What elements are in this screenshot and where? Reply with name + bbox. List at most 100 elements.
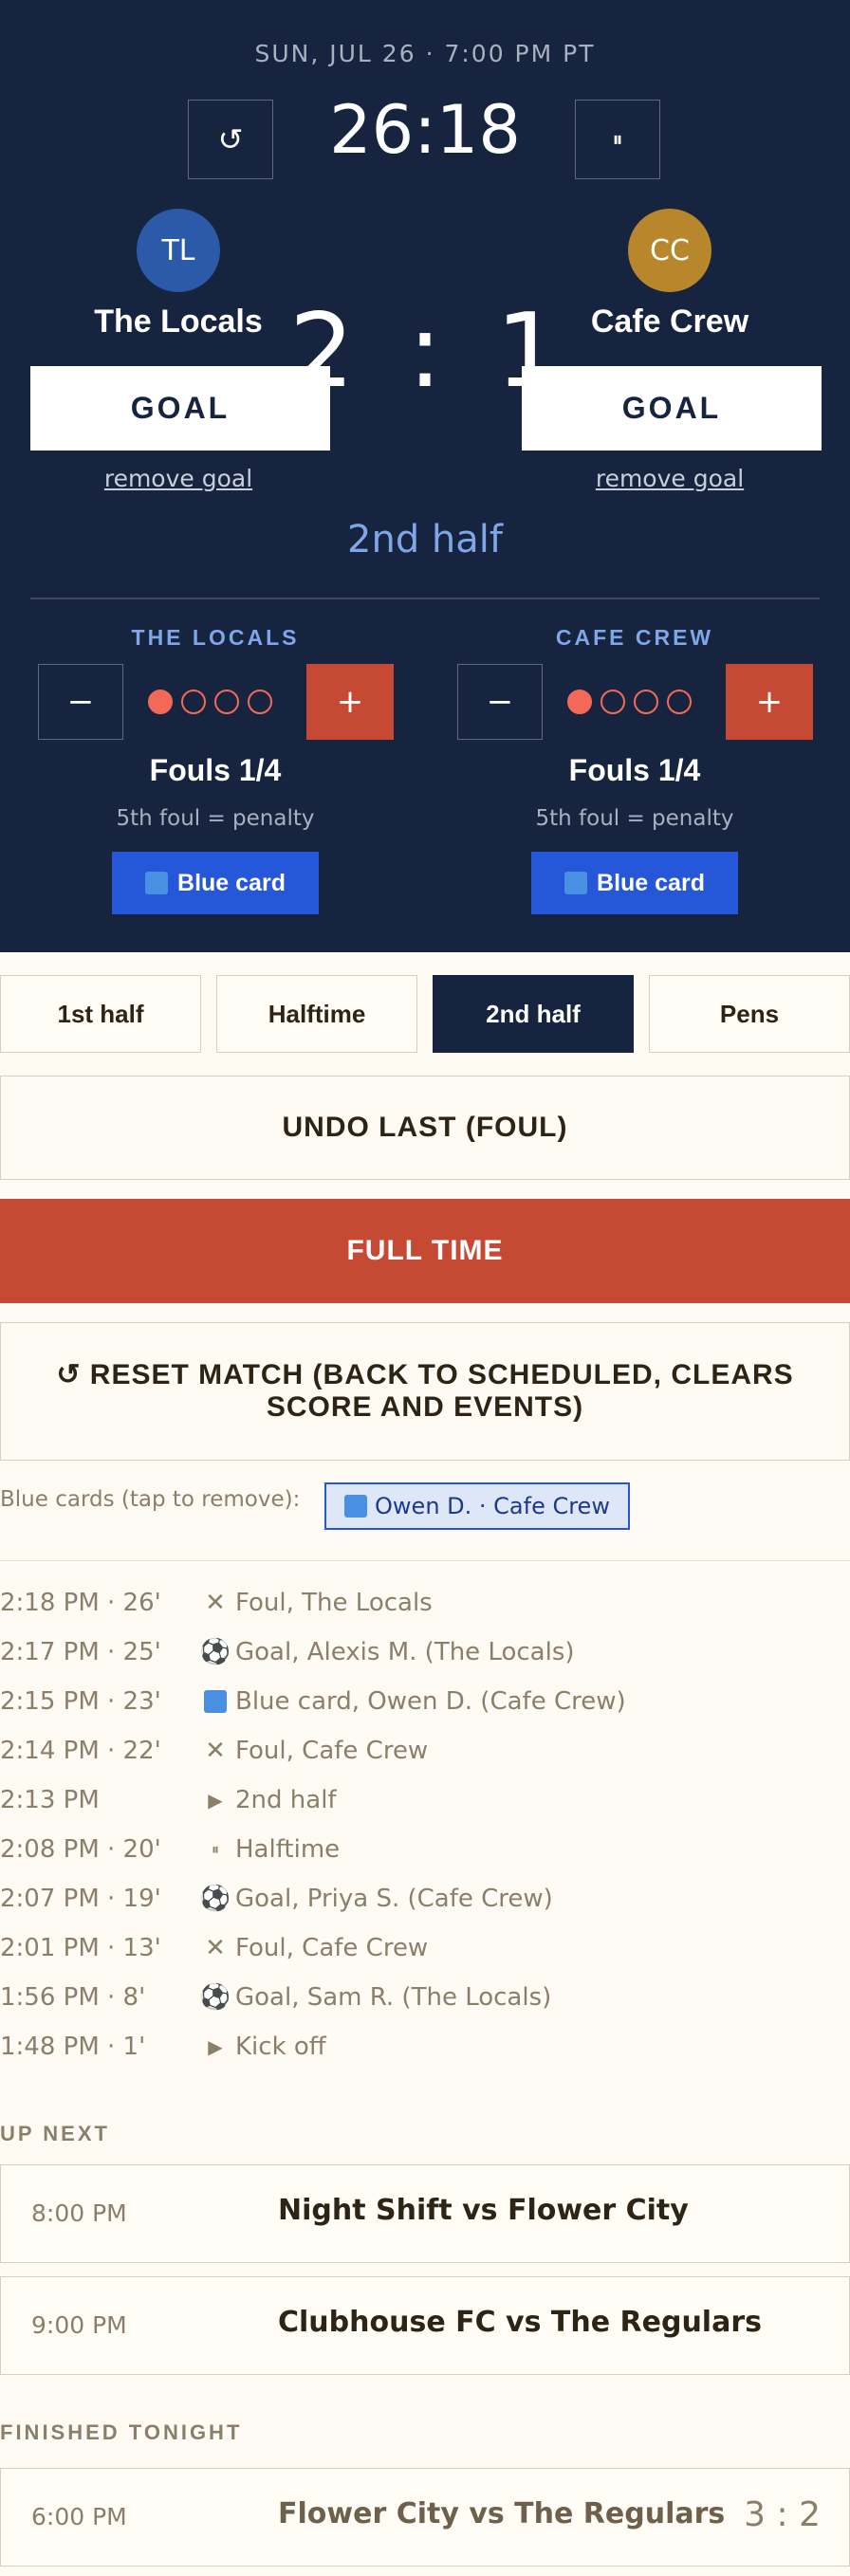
event-description: ⏸ Halftime	[201, 1835, 340, 1864]
away-blue-card-button[interactable]: Blue card	[531, 852, 738, 914]
foul-dot-empty	[214, 690, 239, 714]
upcoming-match-card[interactable]: 8:00 PM Night Shift vs Flower City	[0, 2164, 850, 2263]
event-description: ✕ Foul, Cafe Crew	[201, 1737, 428, 1765]
home-score: 2	[288, 292, 355, 411]
reset-match-button[interactable]: ↺ RESET MATCH (BACK TO SCHEDULED, CLEARS…	[0, 1322, 850, 1461]
event-row: 2:14 PM · 22' ✕ Foul, Cafe Crew	[0, 1726, 850, 1776]
match-score: 3 : 2	[744, 2495, 821, 2534]
foul-dot-empty	[181, 690, 206, 714]
match-name: Flower City vs The Regulars	[278, 2497, 726, 2530]
foul-dot-empty	[601, 690, 625, 714]
full-time-button[interactable]: FULL TIME	[0, 1199, 850, 1303]
pause-button[interactable]: ⏸	[575, 100, 660, 179]
up-next-heading: UP NEXT	[0, 2122, 110, 2145]
ball-icon: ⚽	[199, 1983, 231, 2012]
blue-card-chip[interactable]: Owen D. · Cafe Crew	[324, 1482, 630, 1530]
pause-icon: ⏸	[211, 1840, 219, 1858]
event-time: 2:01 PM · 13'	[0, 1934, 161, 1962]
score-separator: :	[407, 292, 443, 411]
foul-dot-empty	[634, 690, 658, 714]
home-penalty-note: 5th foul = penalty	[116, 806, 315, 831]
home-team-avatar: TL	[137, 209, 220, 292]
event-time: 2:17 PM · 25'	[0, 1638, 161, 1666]
home-foul-plus-button[interactable]: +	[306, 664, 394, 740]
event-description: ⚽ Goal, Priya S. (Cafe Crew)	[200, 1885, 553, 1913]
blue-card-icon	[145, 872, 169, 894]
event-description: ▶ 2nd half	[201, 1786, 337, 1814]
event-description: ▶ Kick off	[201, 2033, 326, 2061]
event-row: 2:18 PM · 26' ✕ Foul, The Locals	[0, 1578, 850, 1628]
event-row: 1:56 PM · 8' ⚽ Goal, Sam R. (The Locals)	[0, 1973, 850, 2022]
away-foul-minus-button[interactable]: −	[457, 664, 543, 740]
event-row: 2:15 PM · 23' Blue card, Owen D. (Cafe Cr…	[0, 1677, 850, 1726]
home-blue-card-label: Blue card	[177, 869, 286, 896]
event-row: 1:48 PM · 1' ▶ Kick off	[0, 2022, 850, 2071]
away-foul-plus-button[interactable]: +	[726, 664, 813, 740]
blue-card-icon	[201, 1690, 230, 1713]
event-row: 2:17 PM · 25' ⚽ Goal, Alexis M. (The Local…	[0, 1628, 850, 1677]
event-description: ✕ Foul, Cafe Crew	[201, 1934, 428, 1962]
foul-icon: ✕	[205, 1589, 226, 1617]
home-foul-minus-button[interactable]: −	[38, 664, 123, 740]
event-text: Foul, Cafe Crew	[235, 1737, 429, 1765]
pause-icon: ⏸	[612, 127, 623, 152]
foul-dot-filled	[567, 690, 592, 714]
home-fouls-count: Fouls 1/4	[149, 753, 282, 787]
blue-card-chip-label: Owen D. · Cafe Crew	[375, 1493, 610, 1519]
event-row: 2:08 PM · 20' ⏸ Halftime	[0, 1825, 850, 1874]
event-text: Goal, Priya S. (Cafe Crew)	[235, 1885, 553, 1913]
match-time: 9:00 PM	[31, 2311, 127, 2339]
finished-heading: FINISHED TONIGHT	[0, 2420, 243, 2444]
away-fouls-heading: CAFE CREW	[555, 625, 714, 650]
play-icon: ▶	[208, 2035, 223, 2058]
away-blue-card-label: Blue card	[597, 869, 705, 896]
divider	[30, 598, 820, 599]
away-goal-button[interactable]: GOAL	[522, 366, 822, 451]
home-remove-goal-link[interactable]: remove goal	[28, 465, 328, 492]
away-remove-goal-link[interactable]: remove goal	[520, 465, 820, 492]
match-name: Clubhouse FC vs The Regulars	[278, 2306, 762, 2339]
blue-card-icon	[344, 1495, 368, 1518]
event-text: Halftime	[235, 1835, 341, 1864]
home-fouls-heading: THE LOCALS	[131, 625, 300, 650]
event-time: 1:56 PM · 8'	[0, 1983, 146, 2012]
event-time: 1:48 PM · 1'	[0, 2033, 146, 2061]
event-text: Kick off	[235, 2033, 326, 2061]
play-icon: ▶	[208, 1789, 223, 1812]
foul-icon: ✕	[205, 1934, 226, 1962]
tab-pens[interactable]: Pens	[649, 975, 850, 1053]
tab-1st-half[interactable]: 1st half	[0, 975, 201, 1053]
event-row: 2:01 PM · 13' ✕ Foul, Cafe Crew	[0, 1923, 850, 1973]
event-time: 2:15 PM · 23'	[0, 1687, 161, 1716]
event-text: Foul, Cafe Crew	[235, 1934, 429, 1962]
match-clock: 26:18	[329, 91, 521, 169]
ball-icon: ⚽	[199, 1638, 231, 1666]
event-text: Goal, Alexis M. (The Locals)	[235, 1638, 575, 1666]
event-description: Blue card, Owen D. (Cafe Crew)	[201, 1687, 626, 1716]
match-datetime: SUN, JUL 26 · 7:00 PM PT	[254, 40, 596, 67]
foul-icon: ✕	[205, 1737, 226, 1765]
upcoming-match-card[interactable]: 9:00 PM Clubhouse FC vs The Regulars	[0, 2276, 850, 2375]
home-blue-card-button[interactable]: Blue card	[112, 852, 319, 914]
away-fouls-count: Fouls 1/4	[568, 753, 701, 787]
event-row: 2:07 PM · 19' ⚽ Goal, Priya S. (Cafe Crew)	[0, 1874, 850, 1923]
event-time: 2:18 PM · 26'	[0, 1589, 161, 1617]
event-description: ⚽ Goal, Alexis M. (The Locals)	[199, 1638, 575, 1666]
divider	[0, 1560, 850, 1561]
away-penalty-note: 5th foul = penalty	[535, 806, 734, 831]
finished-match-card[interactable]: 6:00 PM Flower City vs The Regulars 3 : …	[0, 2468, 850, 2567]
event-text: 2nd half	[235, 1786, 337, 1814]
away-team-name: Cafe Crew	[590, 304, 749, 340]
tab-halftime[interactable]: Halftime	[216, 975, 417, 1053]
tab-2nd-half[interactable]: 2nd half	[433, 975, 634, 1053]
event-time: 2:08 PM · 20'	[0, 1835, 161, 1864]
event-time: 2:13 PM	[0, 1786, 100, 1814]
event-description: ✕ Foul, The Locals	[201, 1589, 433, 1617]
event-row: 2:13 PM ▶ 2nd half	[0, 1776, 850, 1825]
blue-cards-label: Blue cards (tap to remove):	[0, 1487, 301, 1512]
undo-last-button[interactable]: UNDO LAST (FOUL)	[0, 1076, 850, 1180]
foul-dot-empty	[667, 690, 692, 714]
event-description: ⚽ Goal, Sam R. (The Locals)	[199, 1983, 551, 2012]
away-foul-dots	[567, 690, 692, 714]
match-time: 8:00 PM	[31, 2199, 127, 2227]
